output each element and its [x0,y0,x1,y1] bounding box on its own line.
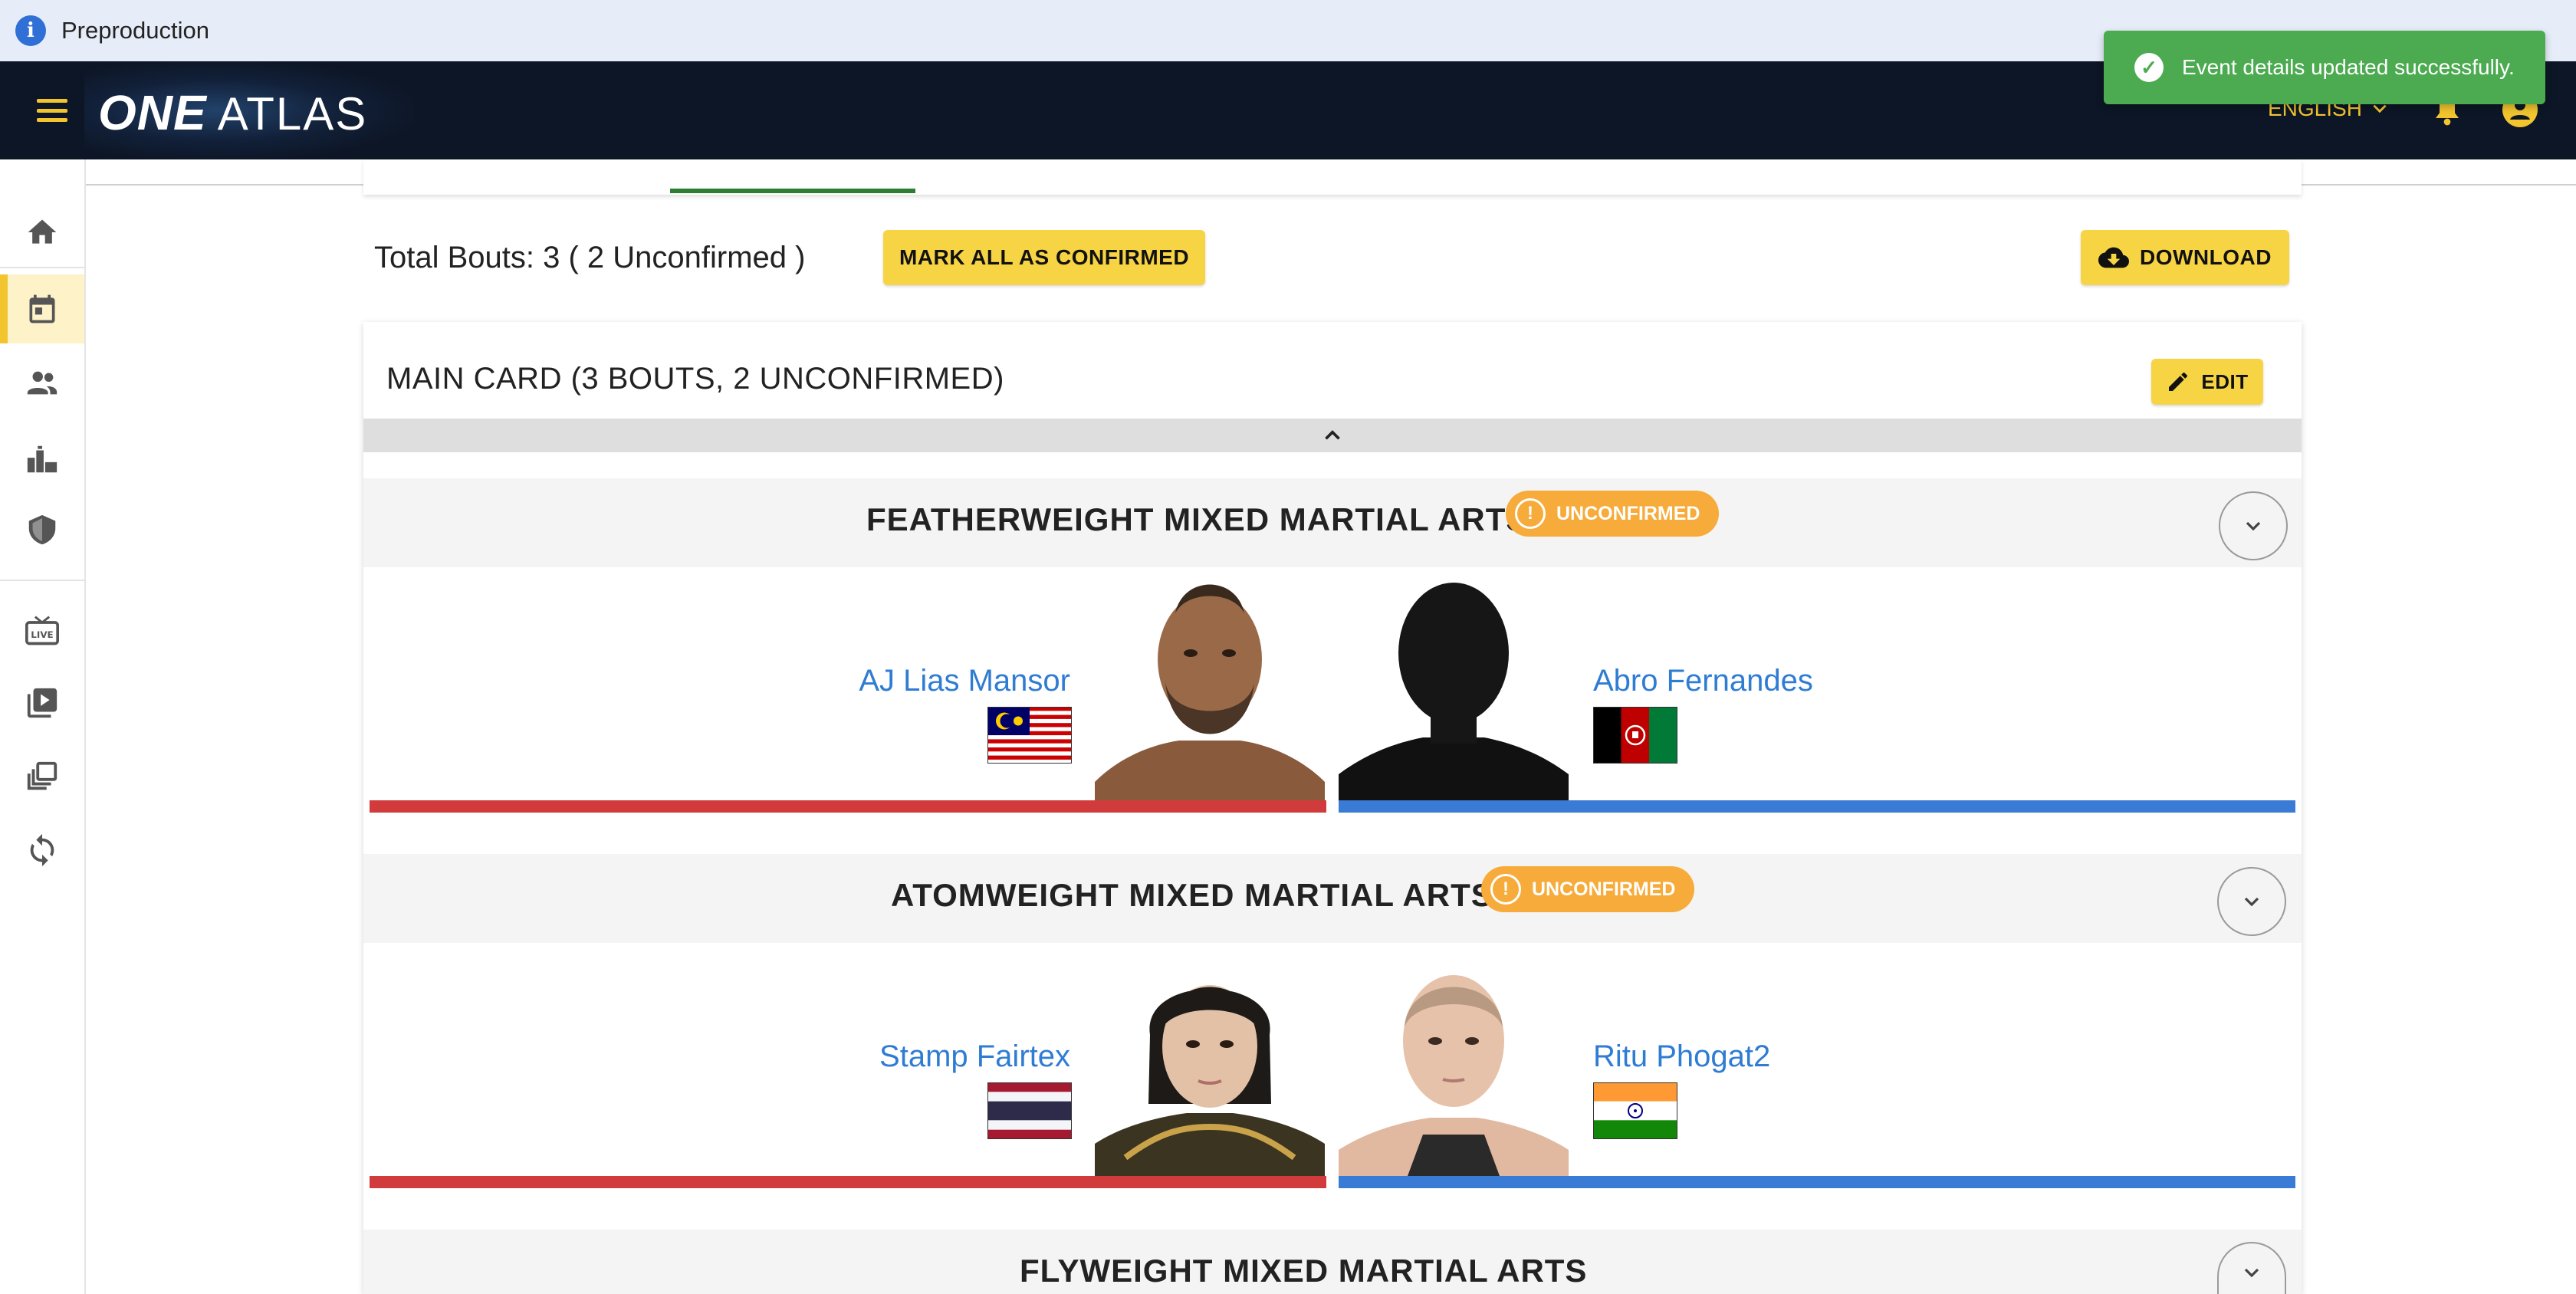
app-logo[interactable]: ONE ATLAS [98,84,367,141]
logo-atlas-text: ATLAS [217,88,368,140]
red-corner-fighter: Stamp Fairtex [370,943,1326,1188]
edit-label: EDIT [2201,369,2249,393]
toast-message: Event details updated successfully. [2182,55,2515,79]
info-icon: i [15,15,46,46]
fighter-name-link[interactable]: Abro Fernandes [1593,664,1813,698]
live-tv-icon: LIVE [25,616,59,645]
sidebar: LIVE [0,159,86,1294]
download-label: DOWNLOAD [2140,245,2272,269]
event-tabs [363,159,2302,195]
malaysia-flag-icon [987,707,1072,764]
menu-icon[interactable] [35,95,69,126]
thailand-flag-icon [987,1082,1072,1139]
calendar-icon [29,294,55,324]
sidebar-item-collections[interactable] [0,742,84,811]
bout-title: FLYWEIGHT MIXED MARTIAL ARTS [1020,1253,1588,1289]
edit-card-button[interactable]: EDIT [2151,359,2263,405]
india-flag-icon [1593,1082,1677,1139]
svg-text:LIVE: LIVE [31,629,53,640]
success-toast: ✓ Event details updated successfully. [2104,31,2545,104]
fighter-photo [1095,943,1325,1176]
chevron-up-icon [1325,430,1340,440]
fighter-name-link[interactable]: Stamp Fairtex [879,1039,1070,1074]
fighter-name-link[interactable]: AJ Lias Mansor [859,664,1070,698]
status-badge: ! UNCONFIRMED [1481,866,1694,912]
collections-icon [27,761,58,790]
fighter-photo [1095,567,1325,800]
expand-bout-button[interactable] [2217,867,2286,936]
fighter-photo [1339,943,1569,1176]
active-tab-indicator [670,189,915,193]
bout-title: FEATHERWEIGHT MIXED MARTIAL ARTS [866,501,1529,537]
fighter-name-link[interactable]: Ritu Phogat2 [1593,1039,1770,1074]
sidebar-item-organizations[interactable] [0,495,84,564]
afghanistan-flag-icon [1593,707,1677,764]
chevron-down-icon [2246,521,2261,531]
collapse-card-toggle[interactable] [363,419,2302,452]
video-library-icon [27,688,58,718]
blue-corner-fighter: Abro Fernandes [1339,567,2295,813]
sidebar-item-live[interactable]: LIVE [0,596,84,665]
logo-one-text: ONE [98,85,207,140]
red-corner-bar [370,800,1326,813]
alert-icon: ! [1490,874,1521,905]
blue-corner-bar [1339,1176,2295,1188]
fighter-silhouette [1339,567,1569,800]
red-corner-bar [370,1176,1326,1188]
shield-icon [28,514,56,545]
red-corner-fighter: AJ Lias Mansor [370,567,1326,813]
download-button[interactable]: DOWNLOAD [2081,230,2289,285]
check-circle-icon: ✓ [2134,53,2164,82]
blue-corner-bar [1339,800,2295,813]
sidebar-item-home[interactable] [0,198,84,267]
people-icon [27,371,58,395]
sidebar-item-venues[interactable] [0,425,84,494]
sidebar-item-events[interactable] [0,274,84,343]
pencil-icon [2169,372,2188,391]
expand-bout-button[interactable] [2219,491,2288,560]
status-badge: ! UNCONFIRMED [1506,491,1719,537]
mark-all-confirmed-button[interactable]: MARK ALL AS CONFIRMED [883,230,1205,285]
chevron-down-icon [2244,1268,2259,1278]
environment-label: Preproduction [61,17,210,44]
blue-corner-fighter: Ritu Phogat2 [1339,943,2295,1188]
alert-icon: ! [1515,498,1546,529]
bout-title: ATOMWEIGHT MIXED MARTIAL ARTS [891,877,1493,913]
sidebar-item-sync[interactable] [0,816,84,885]
cloud-download-icon [2098,247,2129,268]
home-icon [28,219,57,244]
status-label: UNCONFIRMED [1556,502,1700,524]
venue-icon [27,445,58,473]
sidebar-item-athletes[interactable] [0,348,84,417]
status-label: UNCONFIRMED [1532,878,1676,900]
main-card-title: MAIN CARD (3 BOUTS, 2 UNCONFIRMED) [386,362,1004,396]
sidebar-item-videos[interactable] [0,668,84,737]
chevron-down-icon [2244,897,2259,907]
sync-icon [30,833,54,867]
total-bouts-summary: Total Bouts: 3 ( 2 Unconfirmed ) [374,241,806,274]
